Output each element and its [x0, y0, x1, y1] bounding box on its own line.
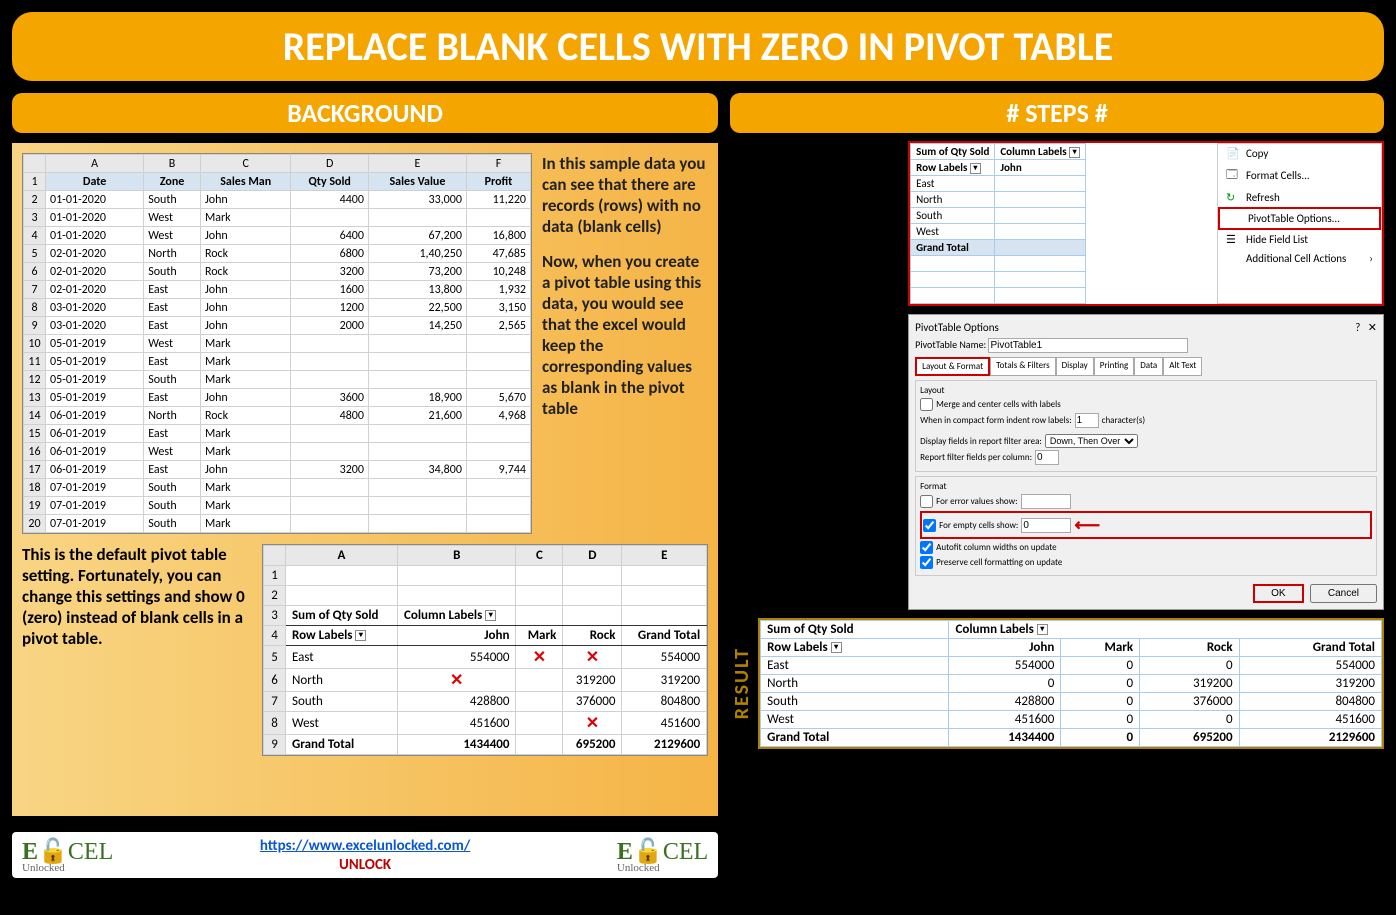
page-title: REPLACE BLANK CELLS WITH ZERO IN PIVOT T… — [12, 12, 1384, 81]
cancel-button[interactable]: Cancel — [1310, 584, 1377, 603]
source-data-table: ABCDEF1DateZoneSales ManQty SoldSales Va… — [22, 153, 532, 534]
result-pivot-table: Sum of Qty SoldColumn Labels ▾Row Labels… — [758, 618, 1384, 749]
merge-checkbox[interactable] — [920, 398, 933, 411]
ok-button[interactable]: OK — [1253, 584, 1303, 603]
dialog-tab[interactable]: Printing — [1094, 357, 1134, 376]
preserve-checkbox[interactable] — [920, 556, 933, 569]
indent-input[interactable] — [1075, 413, 1099, 428]
error-values-input[interactable] — [1021, 494, 1071, 509]
dialog-tab[interactable]: Totals & Filters — [990, 357, 1056, 376]
steps-heading: # STEPS # — [730, 93, 1384, 133]
autofit-checkbox[interactable] — [920, 541, 933, 554]
context-menu: 📄Copy 🗔Format Cells... ↻Refresh PivotTab… — [1217, 143, 1382, 304]
result-label: RESULT — [730, 647, 754, 719]
dialog-tab[interactable]: Layout & Format — [915, 357, 990, 376]
logo-right: E🔓CEL Unlocked — [617, 837, 708, 874]
empty-cells-checkbox[interactable] — [923, 519, 936, 532]
bottom-note: This is the default pivot table setting.… — [22, 544, 252, 649]
menu-pivottable-options[interactable]: PivotTable Options... — [1218, 207, 1381, 230]
empty-cells-input[interactable] — [1021, 518, 1071, 533]
background-panel: ABCDEF1DateZoneSales ManQty SoldSales Va… — [12, 143, 718, 816]
red-arrow-icon: ⟵ — [1074, 514, 1100, 536]
website-link[interactable]: https://www.excelunlocked.com/ — [260, 837, 470, 855]
dialog-tab[interactable]: Alt Text — [1163, 357, 1202, 376]
menu-hide-field-list[interactable]: ☰Hide Field List — [1218, 230, 1381, 249]
footer: E🔓CEL Unlocked https://www.excelunlocked… — [12, 832, 718, 878]
default-pivot-table: ABCDE123Sum of Qty SoldColumn Labels ▾4R… — [262, 544, 708, 756]
menu-additional-actions[interactable]: Additional Cell Actions› — [1218, 249, 1381, 268]
display-fields-select[interactable]: Down, Then Over — [1045, 434, 1138, 448]
report-filter-input[interactable] — [1035, 450, 1059, 465]
context-menu-screenshot: Sum of Qty SoldColumn Labels ▾Row Labels… — [908, 141, 1384, 306]
pivottable-options-dialog: PivotTable Options? ✕ PivotTable Name: L… — [908, 314, 1384, 610]
step1-text: #1 Right Click anywhere on the Pivot Tab… — [730, 141, 900, 306]
dialog-tab[interactable]: Display — [1056, 357, 1094, 376]
menu-format-cells[interactable]: 🗔Format Cells... — [1218, 163, 1381, 188]
dialog-tab[interactable]: Data — [1134, 357, 1163, 376]
step2-text: #1 In the Pivot Table Options dialog box… — [730, 314, 900, 610]
background-description: In this sample data you can see that the… — [542, 153, 708, 534]
background-heading: BACKGROUND — [12, 93, 718, 133]
unlock-label: UNLOCK — [339, 856, 391, 874]
logo-left: E🔓CEL Unlocked — [22, 837, 113, 874]
error-values-checkbox[interactable] — [920, 495, 933, 508]
menu-copy[interactable]: 📄Copy — [1218, 144, 1381, 163]
menu-refresh[interactable]: ↻Refresh — [1218, 188, 1381, 207]
pivottable-name-input[interactable] — [988, 338, 1188, 353]
